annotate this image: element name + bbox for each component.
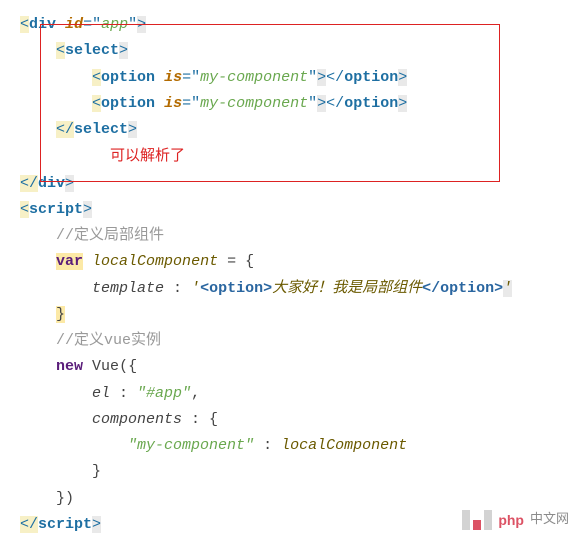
code-line: <div id="app"> bbox=[20, 12, 559, 38]
code-line: </div> bbox=[20, 171, 559, 197]
code-line: components : { bbox=[20, 407, 559, 433]
code-line: <select> bbox=[20, 38, 559, 64]
code-line: new Vue({ bbox=[20, 354, 559, 380]
logo-icon bbox=[462, 510, 492, 530]
code-line: <script> bbox=[20, 197, 559, 223]
watermark-cn: 中文网 bbox=[530, 508, 569, 531]
code-line: <option is="my-component"></option> bbox=[20, 65, 559, 91]
code-line: } bbox=[20, 302, 559, 328]
code-line: } bbox=[20, 459, 559, 485]
code-block: <div id="app"> <select> <option is="my-c… bbox=[20, 12, 559, 538]
watermark: php 中文网 bbox=[462, 508, 569, 533]
annotation-text: 可以解析了 bbox=[20, 143, 559, 170]
code-line: </select> bbox=[20, 117, 559, 143]
code-line: var localComponent = { bbox=[20, 249, 559, 275]
code-line: template : '<option>大家好！我是局部组件</option>' bbox=[20, 276, 559, 302]
code-line: el : "#app", bbox=[20, 381, 559, 407]
watermark-php: php bbox=[498, 508, 524, 533]
code-line: //定义vue实例 bbox=[20, 328, 559, 354]
code-line: //定义局部组件 bbox=[20, 223, 559, 249]
code-line: <option is="my-component"></option> bbox=[20, 91, 559, 117]
code-line: "my-component" : localComponent bbox=[20, 433, 559, 459]
